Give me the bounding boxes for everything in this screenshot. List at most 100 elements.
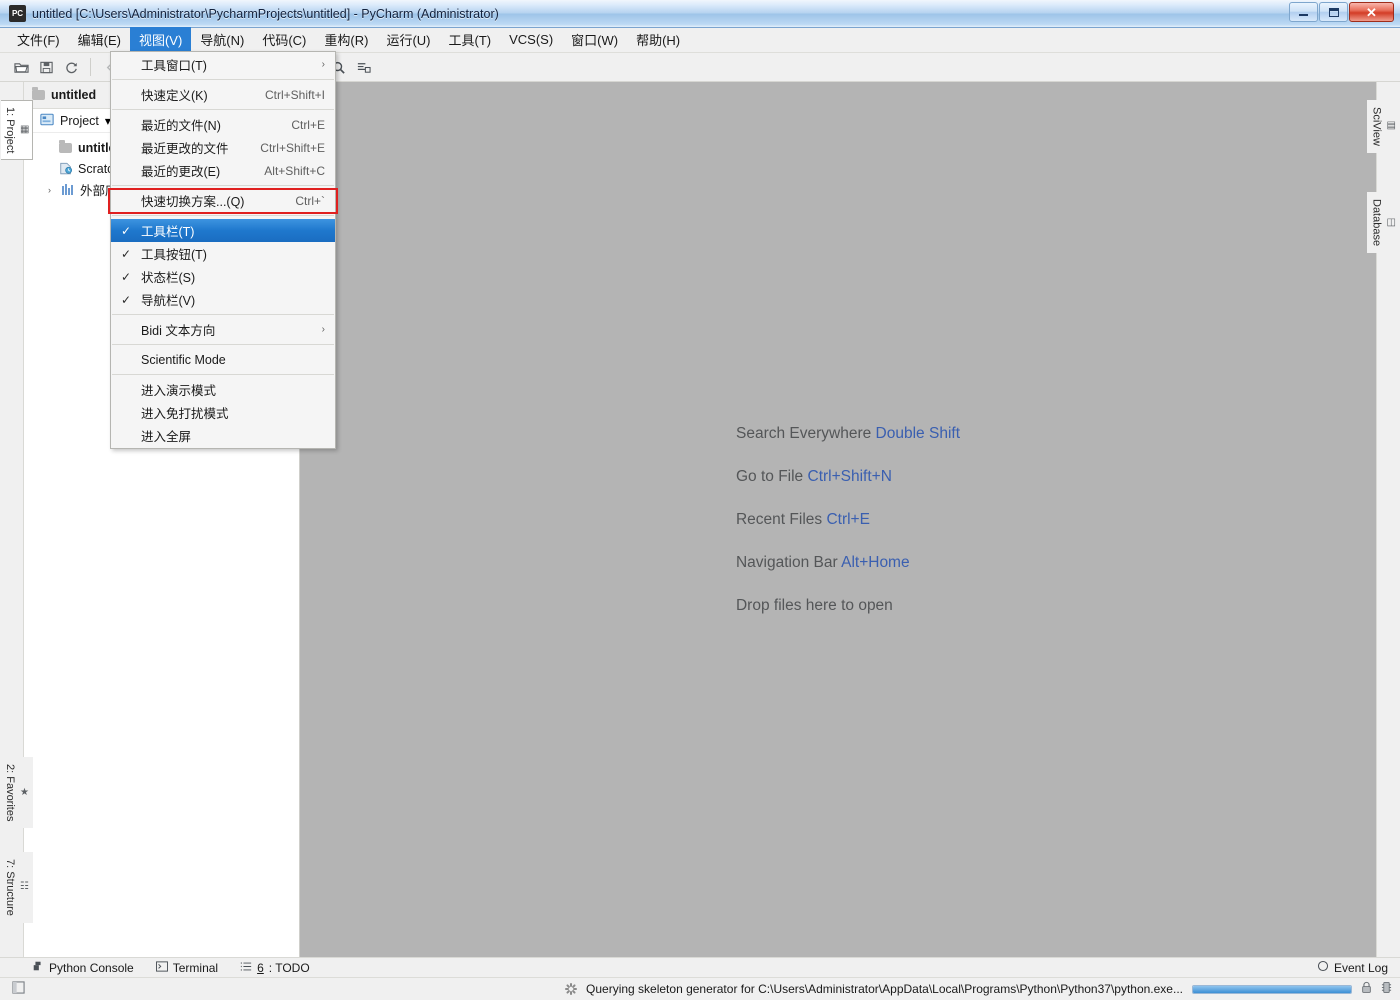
- hint-text: Go to File: [735, 467, 804, 485]
- menu-item-9[interactable]: 窗口(W): [562, 27, 627, 53]
- menu-item-label: 编辑(E): [77, 33, 121, 48]
- menu-item-3[interactable]: 导航(N): [191, 27, 253, 53]
- scratch-icon: [58, 162, 73, 175]
- project-icon: [40, 113, 54, 129]
- project-tab-label: Project: [60, 113, 99, 128]
- menu-item-6[interactable]: 运行(U): [377, 27, 439, 53]
- open-folder-icon[interactable]: [10, 56, 32, 78]
- folder-icon: [32, 87, 45, 100]
- menu-bar: 文件(F) 编辑(E) 视图(V) 导航(N) 代码(C) 重构(R) 运行(U) 工具(T)…: [0, 27, 1400, 53]
- sidebar-item-label: 1: Project: [4, 107, 16, 154]
- bottom-item-terminal[interactable]: 6: TODO Terminal: [155, 960, 218, 975]
- library-icon: [60, 184, 75, 195]
- editor-hints: Search Everywhere Double Shift Go to File…: [736, 425, 960, 615]
- editor-area[interactable]: Search Everywhere Double Shift Go to File…: [300, 82, 1376, 957]
- view-menu-item-label: Scientific Mode: [141, 352, 226, 367]
- view-dropdown-menu[interactable]: 工具窗口(T) › 快速定义(K) Ctrl+Shift+I 最近的文件(N) Ctrl+…: [110, 51, 336, 449]
- menu-item-0[interactable]: 文件(F): [8, 27, 69, 53]
- view-menu-item-shortcut: Ctrl+`: [295, 193, 325, 208]
- view-menu-item-label: 工具按钮(T): [141, 248, 207, 262]
- menu-separator: [112, 185, 334, 186]
- status-bar-right: Querying skeleton generator for C:\Users…: [565, 981, 1392, 997]
- menu-item-label: 导航(N): [200, 33, 245, 48]
- view-menu-item-label: 最近的文件(N): [141, 119, 221, 133]
- sync-refresh-icon[interactable]: [60, 56, 82, 78]
- status-bar: Querying skeleton generator for C:\Users…: [0, 977, 1400, 1000]
- event-log-button[interactable]: Event Log: [1317, 960, 1388, 975]
- view-menu-item-4[interactable]: 最近的更改(E) Alt+Shift+C: [111, 159, 335, 182]
- view-menu-item-9[interactable]: ✓ 导航栏(V): [111, 288, 335, 311]
- view-menu-item-11[interactable]: Scientific Mode: [111, 348, 335, 371]
- sidebar-item-favorites[interactable]: ★ 2: Favorites: [1, 757, 33, 829]
- hint-shortcut: Ctrl+E: [822, 510, 870, 528]
- menu-item-label: 视图(V): [138, 33, 183, 48]
- menu-item-label: 运行(U): [386, 33, 431, 48]
- view-menu-item-5[interactable]: 快速切换方案...(Q) Ctrl+`: [111, 189, 335, 212]
- structure-icon: ☷: [20, 881, 29, 893]
- bottom-item-label: : TODO: [268, 960, 310, 975]
- project-window-icon: ▦: [20, 124, 30, 136]
- view-menu-item-12[interactable]: 进入演示模式: [111, 378, 335, 401]
- lock-icon[interactable]: [1361, 981, 1372, 997]
- editor-hint-1: Go to File Ctrl+Shift+N: [736, 468, 960, 486]
- menu-item-1[interactable]: 编辑(E): [69, 27, 130, 53]
- editor-hint-0: Search Everywhere Double Shift: [736, 425, 960, 443]
- view-menu-item-13[interactable]: 进入免打扰模式: [111, 401, 335, 424]
- window-controls: ✕: [1289, 2, 1394, 22]
- menu-separator: [112, 109, 334, 110]
- minimize-button[interactable]: [1289, 2, 1318, 22]
- checkmark-icon: ✓: [121, 246, 132, 261]
- view-menu-item-0[interactable]: 工具窗口(T) ›: [111, 53, 335, 76]
- project-structure-icon[interactable]: [352, 56, 374, 78]
- sidebar-item-database[interactable]: ◫ Database: [1366, 192, 1399, 254]
- view-menu-item-label: 工具栏(T): [141, 225, 195, 239]
- progress-bar: [1192, 984, 1352, 994]
- bottom-item-mnemonic: 6: [257, 960, 264, 975]
- toggle-sidebar-icon[interactable]: [12, 981, 25, 997]
- menu-item-5[interactable]: 重构(R): [315, 27, 377, 53]
- view-menu-item-7[interactable]: ✓ 工具按钮(T): [111, 242, 335, 265]
- menu-item-label: 帮助(H): [636, 33, 681, 48]
- app-icon: PC: [9, 5, 26, 22]
- event-log-label: Event Log: [1333, 960, 1388, 975]
- expand-arrow-icon[interactable]: ›: [44, 185, 55, 195]
- menu-item-label: 重构(R): [324, 33, 369, 48]
- maximize-button[interactable]: [1319, 2, 1348, 22]
- window-title: untitled [C:\Users\Administrator\Pycharm…: [32, 6, 499, 21]
- checkmark-icon: ✓: [121, 223, 132, 238]
- menu-item-7[interactable]: 工具(T): [439, 27, 500, 53]
- view-menu-item-10[interactable]: Bidi 文本方向 ›: [111, 318, 335, 341]
- hint-text: Search Everywhere: [735, 424, 872, 442]
- terminal-icon: [155, 960, 168, 975]
- bottom-item-python-console[interactable]: Python Console: [32, 960, 134, 975]
- close-button[interactable]: ✕: [1349, 2, 1394, 22]
- sidebar-item-label: 7: Structure: [4, 859, 16, 916]
- sidebar-item-label: SciView: [1370, 107, 1383, 146]
- menu-item-2[interactable]: 视图(V): [129, 27, 192, 53]
- menu-item-8[interactable]: VCS(S): [500, 29, 562, 51]
- save-icon[interactable]: [35, 56, 57, 78]
- memory-indicator-icon[interactable]: [1381, 981, 1392, 997]
- view-menu-item-14[interactable]: 进入全屏: [111, 424, 335, 447]
- project-panel-title: untitled: [51, 88, 97, 102]
- sidebar-item-project[interactable]: ▦ 1: Project: [1, 100, 34, 161]
- view-menu-item-3[interactable]: 最近更改的文件 Ctrl+Shift+E: [111, 136, 335, 159]
- sidebar-item-sciview[interactable]: ▤ SciView: [1366, 100, 1399, 153]
- editor-hint-4: Drop files here to open: [736, 597, 960, 615]
- menu-item-label: VCS(S): [509, 32, 554, 47]
- menu-item-4[interactable]: 代码(C): [253, 27, 315, 53]
- bottom-item-todo[interactable]: 6 : TODO: [240, 961, 310, 975]
- view-menu-item-2[interactable]: 最近的文件(N) Ctrl+E: [111, 113, 335, 136]
- todo-list-icon: [240, 961, 252, 975]
- view-menu-item-label: 进入全屏: [141, 430, 192, 444]
- bottom-tool-bar: Python Console 6: TODO Terminal 6 : TODO…: [0, 957, 1400, 977]
- view-menu-item-label: 最近的更改(E): [141, 165, 221, 179]
- submenu-arrow-icon: ›: [321, 324, 325, 335]
- menu-separator: [112, 215, 334, 216]
- bottom-item-label: Python Console: [49, 960, 134, 975]
- view-menu-item-8[interactable]: ✓ 状态栏(S): [111, 265, 335, 288]
- sidebar-item-structure[interactable]: ☷ 7: Structure: [1, 852, 33, 923]
- menu-item-10[interactable]: 帮助(H): [627, 27, 689, 53]
- view-menu-item-1[interactable]: 快速定义(K) Ctrl+Shift+I: [111, 83, 335, 106]
- view-menu-item-6[interactable]: ✓ 工具栏(T): [111, 219, 335, 242]
